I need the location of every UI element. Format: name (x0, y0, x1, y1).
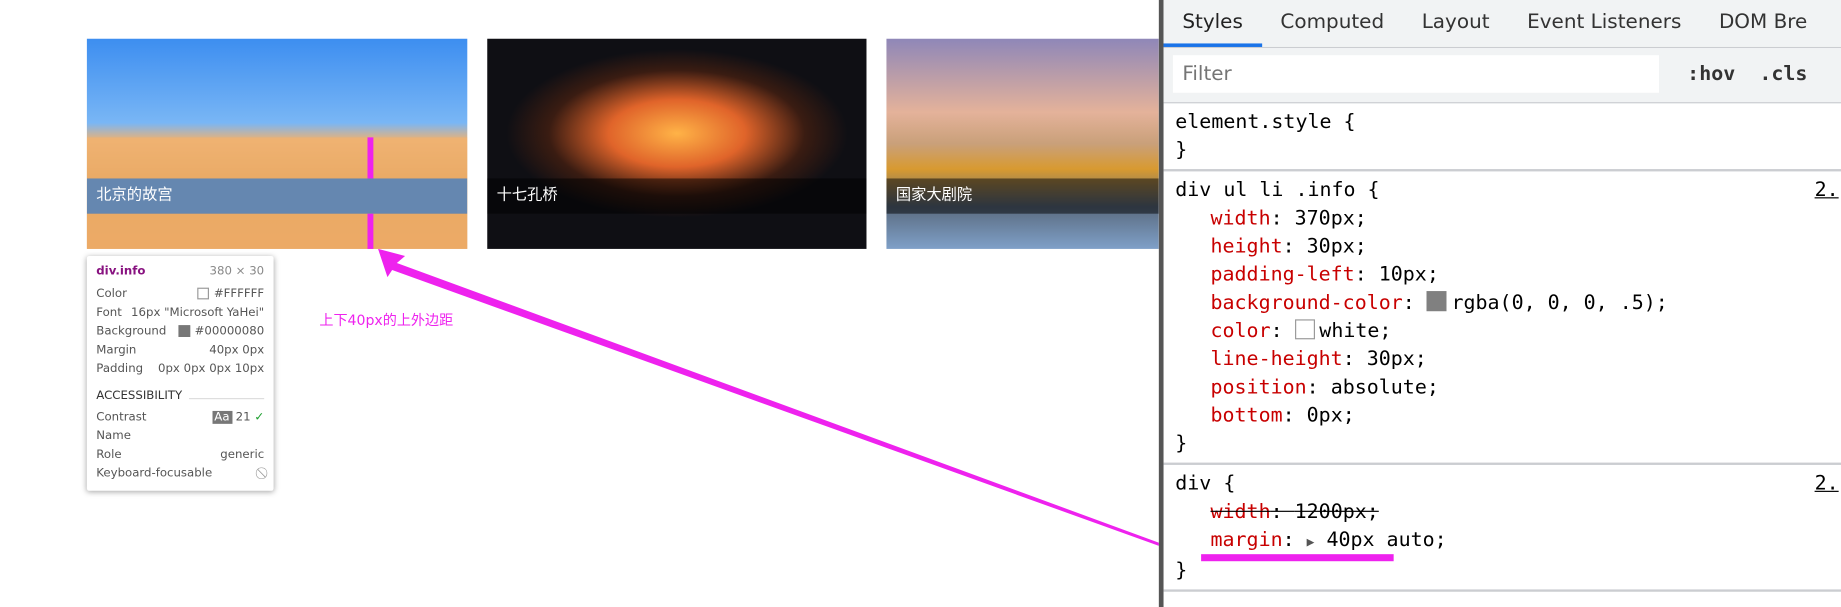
css-prop: padding-left: 10px; (1210, 262, 1439, 287)
css-prop-overridden: width: 1200px; (1210, 500, 1379, 524)
rule-close: } (1175, 432, 1188, 456)
rule-element-style: element.style { } (1163, 103, 1841, 172)
color-swatch[interactable] (1426, 291, 1447, 312)
filter-bar: :hov .cls (1163, 48, 1841, 104)
tab-dom-breakpoints[interactable]: DOM Bre (1700, 0, 1826, 47)
tab-styles[interactable]: Styles (1163, 0, 1262, 47)
tab-computed[interactable]: Computed (1262, 0, 1403, 47)
tab-event-listeners[interactable]: Event Listeners (1508, 0, 1700, 47)
hov-button[interactable]: :hov (1687, 62, 1735, 85)
expand-triangle-icon[interactable]: ▶ (1307, 534, 1315, 549)
rule-source-link[interactable]: 2. (1815, 470, 1839, 498)
tab-layout[interactable]: Layout (1403, 0, 1508, 47)
rule-selector: div ul li .info { (1175, 178, 1380, 202)
highlight-underline (1201, 554, 1394, 562)
rule-close: } (1175, 138, 1188, 163)
css-prop: position: absolute; (1210, 375, 1439, 400)
devtools-panel: Styles Computed Layout Event Listeners D… (1158, 0, 1841, 607)
rule-source-link[interactable]: 2. (1815, 176, 1839, 204)
screen: 北京的故宫 十七孔桥 国家大剧院 div.info 380 × 30 Color #… (0, 0, 1841, 607)
css-prop: background-color: rgba(0, 0, 0, .5); (1210, 291, 1668, 315)
css-prop: color: white; (1210, 319, 1392, 343)
devtools-tabs: Styles Computed Layout Event Listeners D… (1163, 0, 1841, 49)
filter-input[interactable] (1172, 55, 1660, 93)
css-prop: margin: ▶ 40px auto; (1175, 526, 1841, 562)
css-prop: width: 370px; (1210, 206, 1367, 231)
rule-div: 2. div { width: 1200px; margin: ▶ 40px a… (1163, 465, 1841, 592)
rule-info: 2. div ul li .info { width: 370px; heigh… (1163, 171, 1841, 465)
cls-button[interactable]: .cls (1759, 62, 1807, 85)
rule-selector: div { (1175, 471, 1236, 496)
css-prop: line-height: 30px; (1210, 347, 1427, 372)
css-prop: height: 30px; (1210, 234, 1367, 259)
css-prop: bottom: 0px; (1210, 403, 1355, 428)
rule-selector: element.style { (1175, 110, 1356, 134)
arrow-shape (378, 248, 1210, 564)
color-swatch[interactable] (1294, 319, 1315, 340)
